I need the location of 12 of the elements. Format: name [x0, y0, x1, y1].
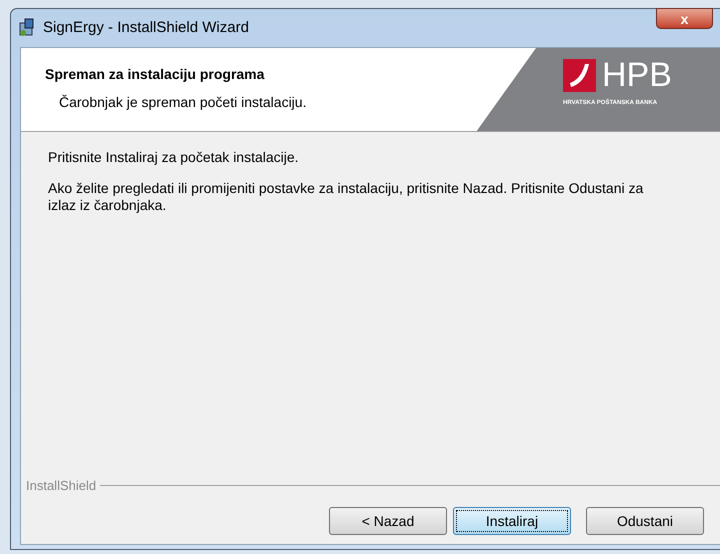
header-title: Spreman za instalaciju programa — [45, 65, 266, 84]
logo-mark-icon — [563, 58, 596, 92]
wizard-button[interactable]: Instaliraj — [453, 507, 571, 535]
brand-label: InstallShield — [26, 476, 96, 494]
header-subtitle: Čarobnjak je spreman početi instalaciju. — [58, 93, 306, 112]
close-button[interactable]: x — [656, 8, 713, 29]
instruction-text: Ako želite pregledati ili promijeniti postavke za instalaciju, pritisnite Nazad. Pritisnite Odustani za izlaz iz čarobnjaka. — [48, 180, 644, 214]
logo-text: HPB — [602, 58, 672, 92]
instruction-text: Pritisnite Instaliraj za početak instalacije. — [48, 149, 300, 166]
window-title: SignErgy - InstallShield Wizard — [43, 18, 249, 38]
wizard-button[interactable]: < Nazad — [329, 507, 447, 535]
wizard-button[interactable]: Odustani — [586, 507, 704, 535]
